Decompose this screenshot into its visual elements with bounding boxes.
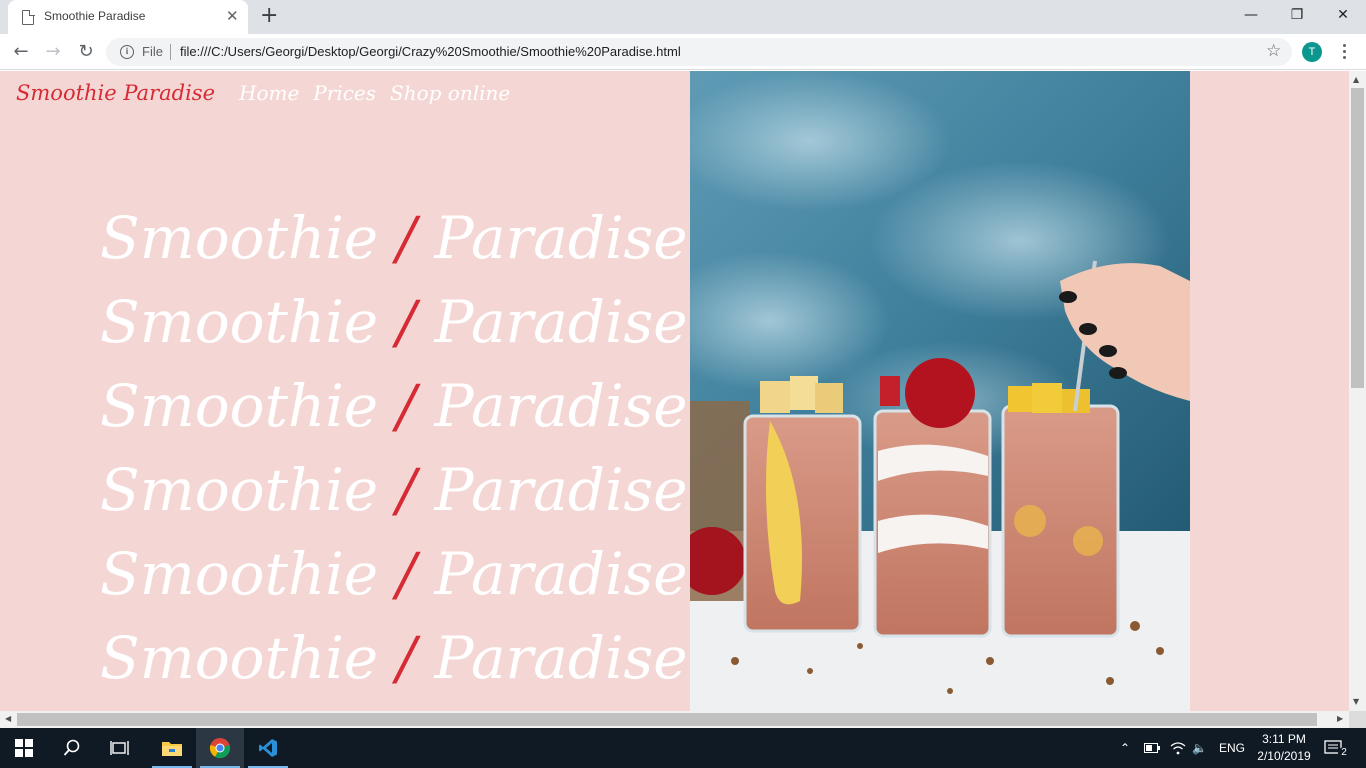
hero-line: Smoothie / Paradise <box>100 532 688 616</box>
close-tab-icon[interactable]: ✕ <box>226 8 239 24</box>
hero-word-paradise: Paradise <box>434 204 688 272</box>
hero-line: Smoothie / Paradise <box>100 364 688 448</box>
wifi-icon[interactable] <box>1170 728 1186 768</box>
url-scheme: File <box>142 44 163 59</box>
hero-word-paradise: Paradise <box>434 456 688 524</box>
hero-title: Smoothie / Paradise Smoothie / Paradise Sm… <box>100 196 688 700</box>
browser-tab[interactable]: Smoothie Paradise ✕ <box>8 0 248 34</box>
clock-date: 2/10/2019 <box>1257 749 1311 763</box>
vertical-scroll-thumb[interactable] <box>1351 88 1364 388</box>
windows-start-icon[interactable] <box>0 728 48 768</box>
vertical-scrollbar[interactable]: ▲ ▼ <box>1349 71 1366 711</box>
nav-link-home[interactable]: Home <box>239 81 299 105</box>
hero-line: Smoothie / Paradise <box>100 448 688 532</box>
plus-icon[interactable]: + <box>260 5 278 27</box>
tab-title: Smoothie Paradise <box>44 9 146 23</box>
battery-icon[interactable] <box>1144 728 1160 768</box>
hero-line: Smoothie / Paradise <box>100 280 688 364</box>
action-center-icon[interactable]: 2 <box>1324 728 1350 768</box>
hero-slash: / <box>396 456 417 524</box>
taskbar-clock[interactable]: 3:11 PM 2/10/2019 <box>1252 731 1316 765</box>
scroll-up-icon[interactable]: ▲ <box>1353 75 1359 84</box>
hero-word-paradise: Paradise <box>434 288 688 356</box>
notification-count: 2 <box>1338 747 1350 759</box>
hero-slash: / <box>396 288 417 356</box>
hero-word-smoothie: Smoothie <box>100 288 379 356</box>
hero-word-paradise: Paradise <box>434 540 688 608</box>
reload-icon[interactable]: ↻ <box>74 40 98 64</box>
profile-avatar[interactable]: T <box>1302 42 1322 62</box>
hero-word-smoothie: Smoothie <box>100 372 379 440</box>
windows-taskbar: ⌃ 🔈 ENG 3:11 PM 2/10/2019 2 <box>0 728 1366 768</box>
file-explorer-icon[interactable] <box>148 728 196 768</box>
nav-link-shop-online[interactable]: Shop online <box>390 81 510 105</box>
restore-icon[interactable]: ❐ <box>1274 4 1320 28</box>
hero-word-smoothie: Smoothie <box>100 204 379 272</box>
scrollbar-corner <box>1349 711 1366 728</box>
hero-word-smoothie: Smoothie <box>100 456 379 524</box>
forward-arrow-icon[interactable]: → <box>41 40 65 64</box>
scroll-down-icon[interactable]: ▼ <box>1353 697 1359 706</box>
hero-slash: / <box>396 540 417 608</box>
page-icon <box>22 9 35 25</box>
hero-word-smoothie: Smoothie <box>100 540 379 608</box>
horizontal-scroll-thumb[interactable] <box>17 713 1317 726</box>
show-hidden-icons-icon[interactable]: ⌃ <box>1120 728 1130 768</box>
hero-slash: / <box>396 624 417 692</box>
horizontal-scrollbar[interactable]: ◀ ▶ <box>0 711 1349 728</box>
smoothie-photo <box>690 71 1190 711</box>
vscode-icon[interactable] <box>244 728 292 768</box>
browser-toolbar: ← → ↻ i File file:///C:/Users/Georgi/Des… <box>0 34 1366 70</box>
scroll-right-icon[interactable]: ▶ <box>1337 714 1343 723</box>
chrome-taskbar-icon[interactable] <box>196 728 244 768</box>
address-bar[interactable]: i File file:///C:/Users/Georgi/Desktop/G… <box>106 38 1292 66</box>
hero-slash: / <box>396 372 417 440</box>
page-viewport: Smoothie Paradise Home Prices Shop onlin… <box>0 71 1349 711</box>
url-text[interactable]: file:///C:/Users/Georgi/Desktop/Georgi/C… <box>180 44 681 59</box>
language-indicator[interactable]: ENG <box>1219 728 1245 768</box>
hero-line: Smoothie / Paradise <box>100 616 688 700</box>
close-window-icon[interactable]: ✕ <box>1320 4 1366 28</box>
more-menu-icon[interactable] <box>1336 42 1352 62</box>
bookmark-star-icon[interactable]: ☆ <box>1266 41 1281 61</box>
hero-word-paradise: Paradise <box>434 372 688 440</box>
hero-slash: / <box>396 204 417 272</box>
site-nav: Smoothie Paradise Home Prices Shop onlin… <box>16 81 524 105</box>
url-separator <box>170 44 171 60</box>
hero-line: Smoothie / Paradise <box>100 196 688 280</box>
clock-time: 3:11 PM <box>1262 732 1306 746</box>
back-arrow-icon[interactable]: ← <box>9 40 33 64</box>
nav-link-prices[interactable]: Prices <box>313 81 376 105</box>
tab-strip: Smoothie Paradise ✕ + — ❐ ✕ <box>0 0 1366 34</box>
volume-icon[interactable]: 🔈 <box>1192 728 1207 768</box>
hero-word-paradise: Paradise <box>434 624 688 692</box>
task-view-icon[interactable] <box>96 728 144 768</box>
brand-logo[interactable]: Smoothie Paradise <box>16 81 215 105</box>
minimize-icon[interactable]: — <box>1228 4 1274 28</box>
info-icon[interactable]: i <box>120 45 134 59</box>
scroll-left-icon[interactable]: ◀ <box>5 714 11 723</box>
hero-word-smoothie: Smoothie <box>100 624 379 692</box>
search-icon[interactable] <box>48 728 96 768</box>
